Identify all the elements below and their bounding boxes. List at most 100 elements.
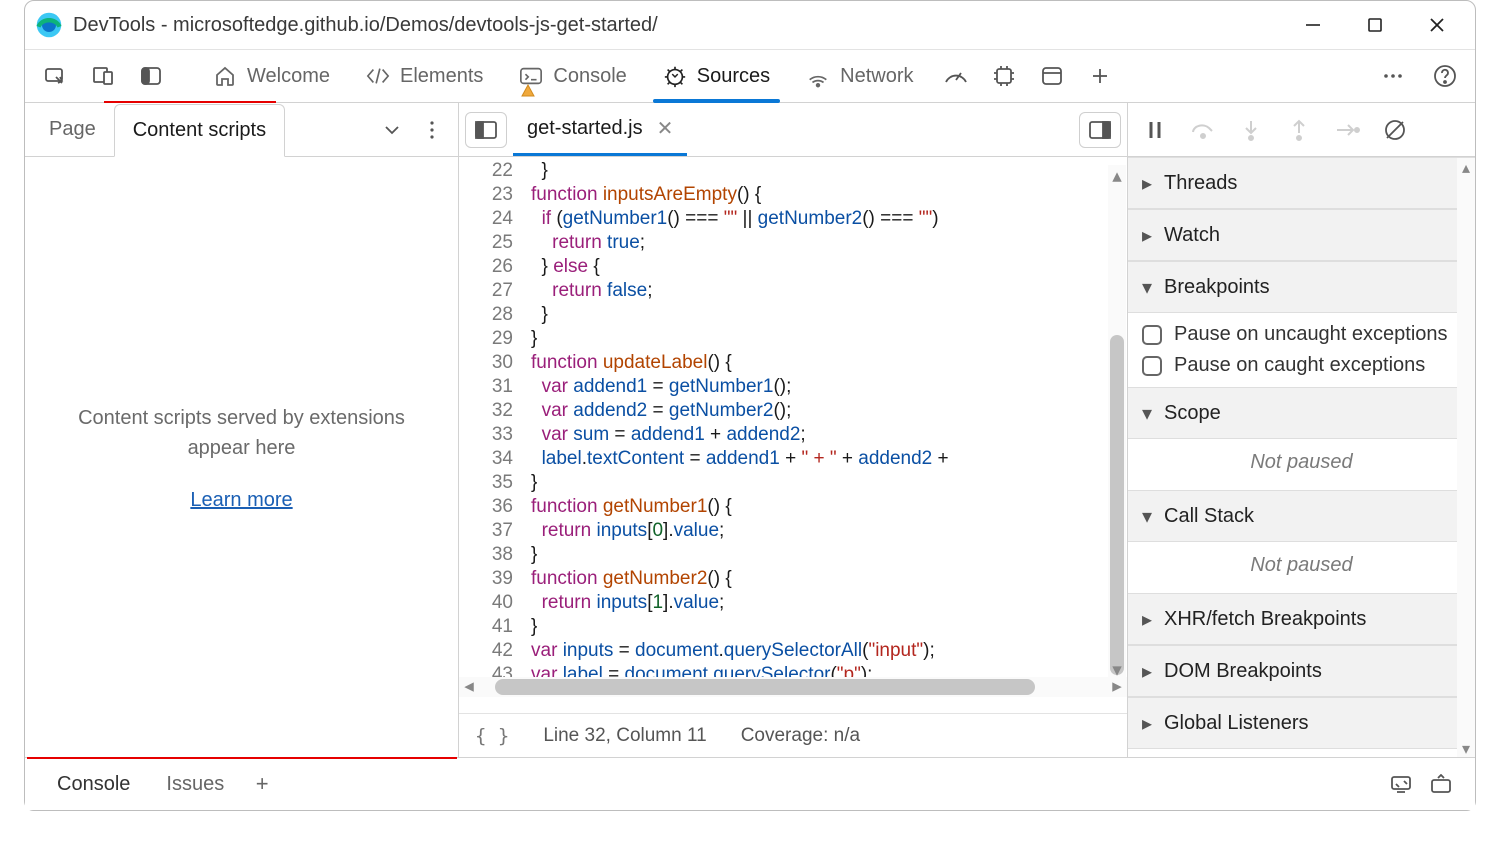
scroll-up-icon[interactable]: ▴ [1108, 165, 1126, 183]
horizontal-scrollbar[interactable]: ◂ ▸ [459, 677, 1127, 697]
performance-button[interactable] [932, 50, 980, 102]
checkbox-icon [1142, 325, 1162, 345]
triangle-right-icon: ▸ [1140, 223, 1154, 248]
section-dom[interactable]: ▸ DOM Breakpoints [1128, 645, 1475, 697]
tab-label: Welcome [247, 65, 330, 88]
triangle-down-icon: ▾ [1140, 401, 1154, 426]
navigator-tab-page[interactable]: Page [31, 103, 114, 156]
scroll-up-icon[interactable]: ▴ [1457, 158, 1475, 176]
navigator-tab-content-scripts[interactable]: Content scripts [114, 104, 285, 157]
section-label: Scope [1164, 402, 1221, 425]
device-toolbar-button[interactable] [79, 50, 127, 102]
hide-navigator-button[interactable] [465, 112, 507, 148]
navigator-tabs: Page Content scripts [25, 103, 458, 157]
section-label: Breakpoints [1164, 276, 1270, 299]
triangle-right-icon: ▸ [1140, 711, 1154, 736]
tab-label: Console [553, 65, 626, 88]
code-content[interactable]: }function inputsAreEmpty() { if (getNumb… [525, 157, 1127, 713]
drawer-tab-issues[interactable]: Issues [148, 773, 242, 796]
application-button[interactable] [1028, 50, 1076, 102]
tab-label: Network [840, 65, 913, 88]
help-button[interactable] [1421, 64, 1469, 88]
memory-button[interactable] [980, 50, 1028, 102]
scroll-left-icon[interactable]: ◂ [459, 677, 479, 697]
tab-label: Sources [697, 65, 770, 88]
window-titlebar: DevTools - microsoftedge.github.io/Demos… [25, 1, 1475, 49]
step-button[interactable] [1328, 112, 1366, 148]
drawer-tab-console[interactable]: Console [39, 773, 148, 796]
debugger-scrollbar[interactable]: ▴ ▾ [1457, 158, 1475, 757]
dock-side-button[interactable] [127, 50, 175, 102]
add-tab-button[interactable] [1076, 50, 1124, 102]
deactivate-breakpoints-button[interactable] [1376, 112, 1414, 148]
inspect-element-button[interactable] [31, 50, 79, 102]
navigator-body: Content scripts served by extensions app… [25, 157, 458, 757]
minimize-button[interactable] [1299, 11, 1327, 39]
window-title: DevTools - microsoftedge.github.io/Demos… [73, 14, 1299, 37]
code-editor[interactable]: 2223242526272829303132333435363738394041… [459, 157, 1127, 713]
navigator-empty-message: Content scripts served by extensions app… [72, 403, 412, 463]
close-file-button[interactable]: ✕ [653, 116, 678, 141]
vertical-scrollbar[interactable]: ▴ ▾ [1108, 165, 1126, 677]
expand-drawer-icon[interactable] [1421, 774, 1461, 794]
network-icon [806, 64, 830, 88]
sources-icon [663, 64, 687, 88]
warning-badge-icon [521, 84, 535, 98]
close-button[interactable] [1423, 11, 1451, 39]
tab-network[interactable]: Network [788, 50, 931, 102]
learn-more-link[interactable]: Learn more [190, 489, 292, 512]
triangle-down-icon: ▾ [1140, 275, 1154, 300]
section-label: Threads [1164, 172, 1237, 195]
tab-elements[interactable]: Elements [348, 50, 501, 102]
section-breakpoints[interactable]: ▾ Breakpoints [1128, 261, 1475, 313]
tab-welcome[interactable]: Welcome [195, 50, 348, 102]
maximize-button[interactable] [1361, 11, 1389, 39]
scope-not-paused: Not paused [1128, 439, 1475, 490]
more-options-button[interactable] [1369, 71, 1417, 81]
file-tab-label: get-started.js [527, 117, 643, 140]
more-vertical-icon[interactable] [412, 120, 452, 140]
tab-sources[interactable]: Sources [645, 50, 788, 102]
section-scope[interactable]: ▾ Scope [1128, 387, 1475, 439]
sensors-icon[interactable] [1381, 774, 1421, 794]
section-label: Call Stack [1164, 505, 1254, 528]
pretty-print-button[interactable]: { } [475, 725, 509, 747]
elements-icon [366, 64, 390, 88]
tab-label: Elements [400, 65, 483, 88]
section-global[interactable]: ▸Global Listeners [1128, 697, 1475, 749]
triangle-right-icon: ▸ [1140, 607, 1154, 632]
section-label: DOM Breakpoints [1164, 660, 1322, 683]
scroll-down-icon[interactable]: ▾ [1457, 739, 1475, 757]
step-into-button[interactable] [1232, 112, 1270, 148]
section-label: XHR/fetch Breakpoints [1164, 608, 1366, 631]
triangle-right-icon: ▸ [1140, 171, 1154, 196]
home-icon [213, 64, 237, 88]
file-tab[interactable]: get-started.js ✕ [513, 103, 687, 156]
edge-logo-icon [35, 11, 63, 39]
debugger-sections: ▸ Threads ▸ Watch ▾ Breakpoints Pause on un… [1128, 157, 1475, 757]
triangle-right-icon: ▸ [1140, 659, 1154, 684]
pause-caught-checkbox[interactable]: Pause on caught exceptions [1140, 350, 1463, 381]
section-callstack[interactable]: ▾ Call Stack [1128, 490, 1475, 542]
pause-button[interactable] [1136, 112, 1174, 148]
chevron-down-icon[interactable] [372, 124, 412, 136]
step-over-button[interactable] [1184, 112, 1222, 148]
step-out-button[interactable] [1280, 112, 1318, 148]
section-label: Watch [1164, 224, 1220, 247]
drawer-add-tab-button[interactable]: + [242, 771, 282, 797]
pause-uncaught-checkbox[interactable]: Pause on uncaught exceptions [1140, 319, 1463, 350]
section-xhr[interactable]: ▸ XHR/fetch Breakpoints [1128, 593, 1475, 645]
coverage-status: Coverage: n/a [741, 725, 860, 747]
section-threads[interactable]: ▸ Threads [1128, 157, 1475, 209]
section-watch[interactable]: ▸ Watch [1128, 209, 1475, 261]
checkbox-label: Pause on caught exceptions [1174, 354, 1425, 377]
hide-debugger-button[interactable] [1079, 112, 1121, 148]
tab-console[interactable]: Console [501, 50, 644, 102]
scroll-right-icon[interactable]: ▸ [1107, 677, 1127, 697]
line-column-status: Line 32, Column 11 [543, 725, 706, 747]
line-gutter: 2223242526272829303132333435363738394041… [459, 157, 525, 713]
main-toolbar: Welcome Elements Console Sources Network [25, 49, 1475, 103]
checkbox-icon [1142, 356, 1162, 376]
triangle-down-icon: ▾ [1140, 504, 1154, 529]
debugger-toolbar [1128, 103, 1475, 157]
